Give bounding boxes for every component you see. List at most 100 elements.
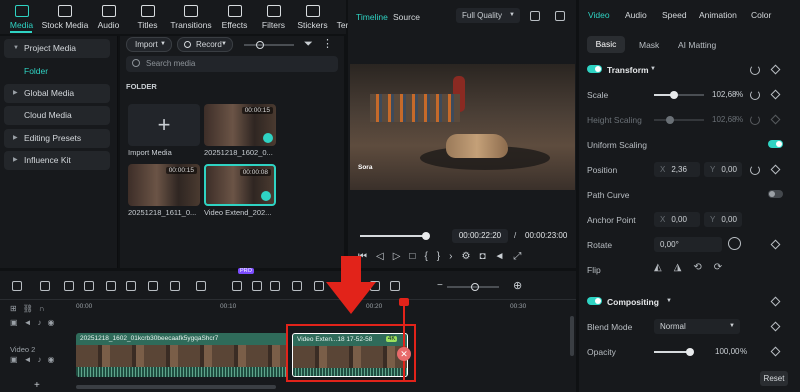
rotate-right-icon[interactable]: ⟳ [714, 262, 722, 273]
reset-icon[interactable] [750, 165, 760, 175]
eye-icon[interactable]: ◉ [47, 318, 54, 327]
scale-value[interactable]: 102,68 [712, 90, 736, 99]
sidebar-item-influence-kit[interactable]: ▶ Influence Kit [4, 151, 110, 170]
link-icon[interactable]: ⛓ [23, 304, 33, 313]
mark-out-icon[interactable]: } [437, 251, 440, 262]
mute-icon[interactable]: ♪ [37, 318, 41, 327]
keyframe-icon[interactable] [770, 64, 781, 75]
camera-icon[interactable]: ◘ [479, 251, 485, 262]
mark-in-icon[interactable]: { [424, 251, 427, 262]
playback-scrubber[interactable] [360, 232, 430, 240]
undo-icon[interactable] [40, 281, 50, 291]
nav-transitions[interactable]: Transitions [167, 0, 215, 34]
playhead[interactable] [403, 300, 405, 382]
tab-speed[interactable]: Speed [662, 10, 687, 20]
zoom-in-icon[interactable]: ⊕ [513, 279, 522, 292]
clock-icon[interactable] [292, 281, 302, 291]
tab-animation[interactable]: Animation [699, 10, 737, 20]
reset-button[interactable]: Reset [760, 371, 788, 386]
import-button[interactable]: Import ▼ [126, 37, 172, 52]
grid-icon[interactable] [530, 11, 540, 21]
vertical-scrollbar[interactable] [570, 316, 574, 356]
crop-icon[interactable] [126, 281, 136, 291]
play-icon[interactable]: ▷ [393, 251, 401, 262]
magnet-icon[interactable]: ∩ [39, 304, 45, 313]
time-ruler[interactable]: 00:00 00:10 00:20 00:30 [76, 301, 566, 315]
more-icon[interactable] [170, 281, 180, 291]
stop-icon[interactable]: □ [409, 251, 415, 262]
sidebar-item-folder[interactable]: Folder [4, 62, 110, 81]
blend-mode-select[interactable]: Normal ▼ [654, 319, 740, 334]
tab-color[interactable]: Color [751, 10, 771, 20]
audio-detach-icon[interactable] [314, 281, 324, 291]
speaker-icon[interactable]: ◄ [24, 318, 32, 327]
opacity-slider[interactable] [654, 348, 694, 356]
delete-icon[interactable] [84, 281, 94, 291]
current-time[interactable]: 00:00:22:20 [452, 229, 508, 243]
search-input[interactable]: Search media [126, 56, 338, 72]
import-media-tile[interactable]: + [128, 104, 200, 146]
media-thumbnail[interactable]: 00:00:15 [204, 104, 276, 146]
record-button[interactable]: Record ▼ [177, 37, 233, 52]
split-view-icon[interactable] [232, 281, 242, 291]
slider-knob[interactable] [256, 41, 264, 49]
nav-stock-media[interactable]: Stock Media [41, 0, 89, 34]
eye-icon[interactable]: ◉ [47, 355, 54, 364]
keyframe-icon[interactable] [770, 296, 781, 307]
tab-video[interactable]: Video [588, 10, 610, 20]
snapshot-icon[interactable] [555, 11, 565, 21]
subtab-ai-matting[interactable]: AI Matting [678, 40, 716, 50]
anchor-y-field[interactable]: Y 0,00 [704, 212, 742, 227]
reset-icon[interactable] [750, 90, 760, 100]
flip-vertical-icon[interactable]: ◮ [674, 262, 682, 273]
volume-icon[interactable]: ◄ [495, 251, 505, 262]
uniform-scaling-toggle[interactable] [768, 140, 783, 148]
text-icon[interactable] [148, 281, 158, 291]
add-track-plus-icon[interactable]: + [34, 380, 40, 391]
thumbnail-size-slider[interactable] [244, 41, 294, 49]
rotate-left-icon[interactable]: ⟲ [693, 262, 701, 273]
path-curve-toggle[interactable] [768, 190, 783, 198]
sidebar-item-global-media[interactable]: ▶ Global Media [4, 84, 110, 103]
nav-effects[interactable]: Effects [215, 0, 254, 34]
scale-slider[interactable] [654, 91, 704, 99]
lock-icon[interactable]: ▣ [10, 355, 18, 364]
rotate-dial-icon[interactable] [728, 237, 741, 250]
lock-icon[interactable]: ▣ [10, 318, 18, 327]
reset-icon[interactable] [750, 65, 760, 75]
quality-select[interactable]: Full Quality ▼ [456, 8, 520, 23]
copy-icon[interactable] [252, 281, 262, 291]
media-thumbnail-selected[interactable]: 00:00:08 [204, 164, 276, 206]
add-track-icon[interactable]: ⊞ [10, 304, 17, 313]
next-frame-icon[interactable]: › [449, 251, 452, 262]
filter-icon[interactable]: ⏷ [304, 38, 313, 51]
layers-icon[interactable] [390, 281, 400, 291]
slider-knob[interactable] [686, 348, 694, 356]
keyframe-icon[interactable] [770, 239, 781, 250]
nav-media[interactable]: Media [2, 0, 41, 34]
color-icon[interactable] [270, 281, 280, 291]
settings-icon[interactable]: ⚙ [461, 251, 470, 262]
zoom-out-icon[interactable]: − [437, 280, 443, 291]
horizontal-scrollbar[interactable] [76, 385, 276, 389]
timeline-clip[interactable]: 20251218_1602_01kcrb30beecaafk5ygqaShcr7 [76, 333, 288, 377]
nav-titles[interactable]: Titles [128, 0, 167, 34]
redo-icon[interactable] [64, 281, 74, 291]
tab-source[interactable]: Source [393, 12, 420, 22]
nav-audio[interactable]: Audio [89, 0, 128, 34]
ai-tool-icon[interactable] [196, 281, 206, 291]
position-x-field[interactable]: X 2,36 [654, 162, 700, 177]
split-icon[interactable]: ✕ [397, 347, 411, 361]
position-y-field[interactable]: Y 0,00 [704, 162, 742, 177]
chevron-down-icon[interactable]: ▼ [666, 298, 672, 304]
slider-knob[interactable] [670, 91, 678, 99]
subtab-basic[interactable]: Basic [587, 36, 625, 53]
tab-timeline[interactable]: Timeline [356, 12, 388, 22]
sidebar-item-project-media[interactable]: ▼ Project Media [4, 39, 110, 58]
sidebar-item-editing-presets[interactable]: ▶ Editing Presets [4, 129, 110, 148]
scrubber-knob[interactable] [421, 232, 430, 240]
speaker-icon[interactable]: ◄ [24, 355, 32, 364]
sidebar-item-cloud-media[interactable]: Cloud Media [4, 106, 110, 125]
flip-horizontal-icon[interactable]: ◭ [654, 262, 662, 273]
mute-icon[interactable]: ♪ [37, 355, 41, 364]
